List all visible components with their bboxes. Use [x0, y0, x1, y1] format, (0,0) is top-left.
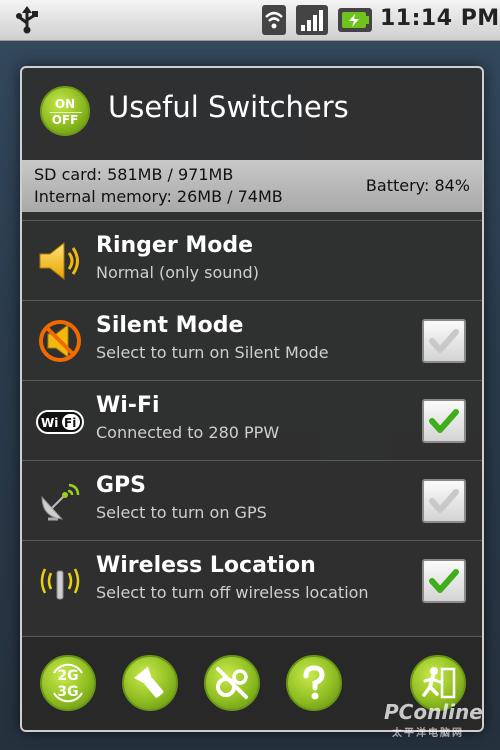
checkmark-icon — [429, 569, 459, 593]
battery-charging-icon — [338, 8, 372, 32]
ringer-mode-row[interactable]: Ringer Mode Normal (only sound) — [22, 220, 482, 301]
useful-switchers-dialog: ON OFF Useful Switchers SD card: 581MB /… — [20, 66, 484, 732]
watermark-subtitle: 太平洋电脑网 — [392, 728, 464, 739]
wifi-row[interactable]: Wi Fi Wi-Fi Connected to 280 PPW — [22, 380, 482, 461]
app-icon-off-label: OFF — [51, 113, 79, 127]
network-2g-label: 2G — [57, 668, 79, 684]
row-description: Select to turn on GPS — [96, 503, 267, 522]
settings-button[interactable] — [204, 655, 260, 711]
gps-row[interactable]: GPS Select to turn on GPS — [22, 460, 482, 541]
usb-icon — [16, 6, 38, 34]
help-button[interactable] — [286, 655, 342, 711]
flashlight-icon — [134, 666, 164, 698]
silent-mode-row[interactable]: Silent Mode Select to turn on Silent Mod… — [22, 300, 482, 381]
row-description: Select to turn off wireless location — [96, 583, 369, 602]
app-icon-on-label: ON — [54, 97, 76, 111]
checkmark-icon — [429, 489, 459, 513]
battery-level: Battery: 84% — [365, 176, 470, 195]
status-bar: 11:14 PM — [0, 0, 500, 41]
gps-checkbox[interactable] — [422, 479, 466, 523]
wifi-checkbox[interactable] — [422, 399, 466, 443]
on-off-app-icon: ON OFF — [40, 86, 90, 136]
satellite-dish-icon — [41, 483, 80, 521]
wifi-icon-text-right: Fi — [64, 416, 76, 430]
help-icon — [303, 665, 325, 700]
dialog-header: ON OFF Useful Switchers — [22, 68, 482, 154]
row-name: Wireless Location — [96, 553, 316, 578]
network-3g-label: 3G — [57, 684, 79, 700]
watermark-brand: PConline — [384, 700, 483, 724]
clock-time: 11:14 PM — [380, 6, 500, 31]
network-mode-button[interactable]: 2G 3G — [40, 655, 96, 711]
checkmark-icon — [429, 409, 459, 433]
flashlight-button[interactable] — [122, 655, 178, 711]
wifi-icon-text-left: Wi — [41, 416, 58, 430]
dialog-title: Useful Switchers — [108, 90, 349, 124]
row-name: Wi-Fi — [96, 393, 160, 418]
row-name: GPS — [96, 473, 147, 498]
row-description: Connected to 280 PPW — [96, 423, 280, 442]
wifi-icon: Wi Fi — [36, 410, 84, 434]
muted-speaker-icon — [39, 320, 81, 362]
row-description: Normal (only sound) — [96, 263, 259, 282]
settings-tools-icon — [216, 667, 248, 699]
wireless-location-checkbox[interactable] — [422, 559, 466, 603]
antenna-icon — [40, 568, 80, 600]
wifi-status-icon — [262, 5, 286, 35]
pconline-watermark: PConline 太平洋电脑网 — [384, 700, 483, 739]
storage-info-panel: SD card: 581MB / 971MB Internal memory: … — [22, 160, 482, 212]
internal-memory-usage: Internal memory: 26MB / 74MB — [34, 187, 283, 206]
sd-card-usage: SD card: 581MB / 971MB — [34, 165, 234, 184]
speaker-icon — [39, 241, 79, 281]
signal-strength-icon — [296, 5, 328, 35]
silent-mode-checkbox[interactable] — [422, 319, 466, 363]
checkmark-icon — [429, 329, 459, 353]
row-description: Select to turn on Silent Mode — [96, 343, 329, 362]
row-name: Ringer Mode — [96, 233, 253, 258]
wireless-location-row[interactable]: Wireless Location Select to turn off wir… — [22, 540, 482, 621]
row-name: Silent Mode — [96, 313, 244, 338]
